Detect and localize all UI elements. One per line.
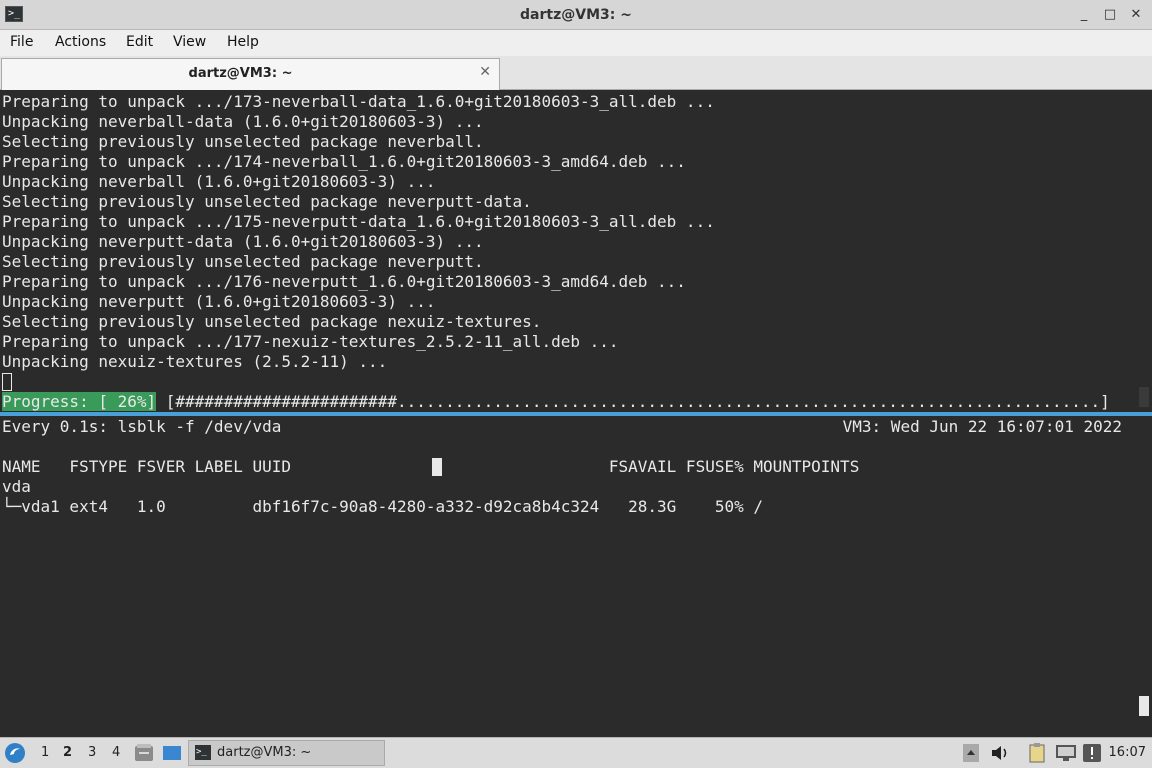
taskbar-terminal-button[interactable]: >_ dartz@VM3: ~ xyxy=(188,740,385,766)
menu-actions[interactable]: Actions xyxy=(55,34,106,50)
output-line: Unpacking neverball (1.6.0+git20180603-3… xyxy=(2,172,436,191)
show-desktop-icon[interactable] xyxy=(162,743,182,763)
terminal-pane-bottom[interactable]: Every 0.1s: lsblk -f /dev/vda VM3: Wed J… xyxy=(0,414,1152,735)
clipboard-icon[interactable] xyxy=(1028,742,1048,764)
menu-bar: File Actions Edit View Help xyxy=(0,30,1152,56)
close-button[interactable]: ✕ xyxy=(1126,5,1146,25)
progress-bar: [#######################................… xyxy=(165,392,1110,411)
maximize-button[interactable]: □ xyxy=(1100,5,1120,25)
volume-icon[interactable] xyxy=(990,744,1010,762)
minimize-button[interactable]: _ xyxy=(1074,5,1094,25)
tab-terminal[interactable]: dartz@VM3: ~ ✕ xyxy=(1,58,500,90)
task-label: dartz@VM3: ~ xyxy=(217,745,312,760)
output-line: Selecting previously unselected package … xyxy=(2,192,532,211)
workspace-3[interactable]: 3 xyxy=(88,745,96,760)
output-line: Preparing to unpack .../173-neverball-da… xyxy=(2,92,715,111)
workspace-1[interactable]: 1 xyxy=(41,745,49,760)
output-line: Preparing to unpack .../174-neverball_1.… xyxy=(2,152,686,171)
window-title: dartz@VM3: ~ xyxy=(520,7,632,23)
output-line: Preparing to unpack .../176-neverputt_1.… xyxy=(2,272,686,291)
lsblk-row: vda xyxy=(2,477,31,496)
workspace-2[interactable]: 2 xyxy=(63,745,72,760)
lsblk-row: └─vda1 ext4 1.0 dbf16f7c-90a8-4280-a332-… xyxy=(2,497,763,516)
watch-header: Every 0.1s: lsblk -f /dev/vda xyxy=(2,417,282,436)
progress-label: Progress: [ 26%] xyxy=(2,392,157,411)
scrollbar[interactable] xyxy=(1139,387,1149,407)
output-line: Selecting previously unselected package … xyxy=(2,132,484,151)
terminal-icon: >_ xyxy=(195,745,211,760)
output-line: Selecting previously unselected package … xyxy=(2,252,484,271)
tab-label: dartz@VM3: ~ xyxy=(188,66,293,81)
lsblk-columns-header: NAME FSTYPE FSVER LABEL UUID FSAVAIL FSU… xyxy=(2,457,860,476)
terminal-pane-top[interactable]: Preparing to unpack .../173-neverball-da… xyxy=(0,91,1152,412)
menu-view[interactable]: View xyxy=(173,34,206,50)
output-line: Unpacking neverball-data (1.6.0+git20180… xyxy=(2,112,484,131)
menu-help[interactable]: Help xyxy=(227,34,259,50)
taskbar: 1 2 3 4 >_ dartz@VM3: ~ 16:07 xyxy=(0,737,1152,768)
start-menu-icon[interactable] xyxy=(4,742,26,764)
menu-file[interactable]: File xyxy=(10,34,33,50)
clock[interactable]: 16:07 xyxy=(1109,745,1146,760)
progress-line: Progress: [ 26%] [######################… xyxy=(2,392,1110,412)
output-line: Unpacking neverputt (1.6.0+git20180603-3… xyxy=(2,292,436,311)
text-cursor xyxy=(432,458,442,476)
window-titlebar: >_ dartz@VM3: ~ _ □ ✕ xyxy=(0,0,1152,30)
file-manager-icon[interactable] xyxy=(134,743,154,763)
tray-up-arrow-icon[interactable] xyxy=(963,744,979,762)
output-line: Preparing to unpack .../177-nexuiz-textu… xyxy=(2,332,619,351)
tab-close-icon[interactable]: ✕ xyxy=(479,64,491,80)
notification-icon[interactable] xyxy=(1082,743,1102,763)
output-line: Selecting previously unselected package … xyxy=(2,312,542,331)
text-cursor xyxy=(2,373,12,391)
workspace-4[interactable]: 4 xyxy=(112,745,120,760)
scrollbar-thumb[interactable] xyxy=(1139,696,1149,716)
network-icon[interactable] xyxy=(1055,744,1077,762)
watch-host-time: VM3: Wed Jun 22 16:07:01 2022 xyxy=(842,417,1122,436)
output-line: Unpacking neverputt-data (1.6.0+git20180… xyxy=(2,232,484,251)
output-line: Preparing to unpack .../175-neverputt-da… xyxy=(2,212,715,231)
menu-edit[interactable]: Edit xyxy=(126,34,153,50)
output-line: Unpacking nexuiz-textures (2.5.2-11) ... xyxy=(2,352,388,371)
tab-bar: dartz@VM3: ~ ✕ xyxy=(0,56,1152,90)
